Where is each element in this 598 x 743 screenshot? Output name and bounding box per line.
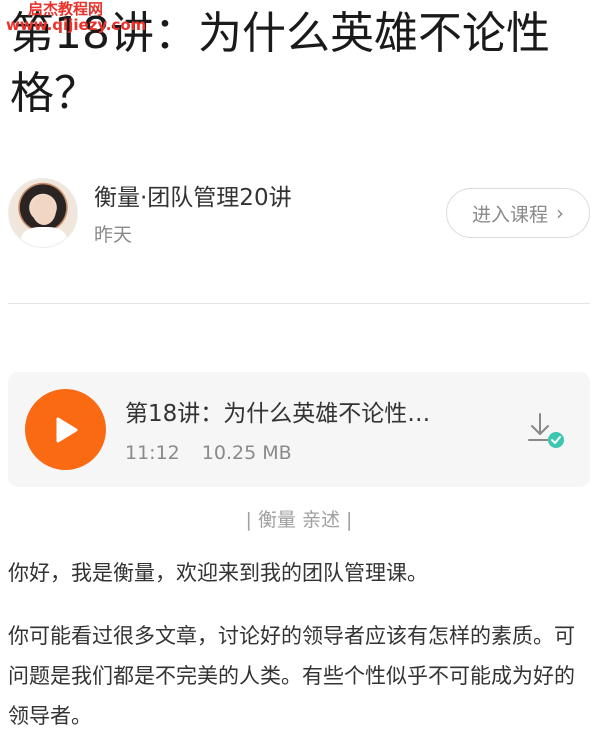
audio-meta: 11:12 10.25 MB	[125, 442, 292, 464]
divider	[8, 303, 590, 304]
paragraph-1: 你好，我是衡量，欢迎来到我的团队管理课。	[8, 561, 428, 585]
watermark-line2: www.qijiezy.com	[6, 16, 147, 34]
enter-course-label: 进入课程	[471, 203, 548, 226]
play-icon	[56, 417, 77, 442]
author-row: 衡量·团队管理20讲 昨天 进入课程 ›	[8, 176, 590, 254]
enter-course-button[interactable]: 进入课程 ›	[446, 188, 590, 238]
watermark-line1: 启杰教程网	[28, 0, 104, 18]
downloaded-icon[interactable]	[524, 410, 568, 454]
watermark: 启杰教程网 www.qijiezy.com	[6, 2, 146, 33]
audio-title: 第18讲：为什么英雄不论性…	[125, 401, 431, 427]
paragraph-2: 你可能看过很多文章，讨论好的领导者应该有怎样的素质。可问题是我们都是不完美的人类…	[8, 624, 575, 728]
audio-duration: 11:12	[125, 442, 180, 464]
avatar-face	[32, 195, 56, 225]
play-button[interactable]	[25, 389, 106, 470]
publish-date: 昨天	[94, 224, 133, 246]
avatar[interactable]	[8, 178, 78, 248]
narrator-label: | 衡量 亲述 |	[245, 509, 353, 531]
audio-player-card[interactable]: 第18讲：为什么英雄不论性… 11:12 10.25 MB	[8, 372, 590, 487]
chevron-right-icon: ›	[556, 201, 564, 225]
audio-size: 10.25 MB	[201, 442, 292, 464]
avatar-body	[21, 227, 67, 247]
course-name[interactable]: 衡量·团队管理20讲	[94, 178, 292, 212]
